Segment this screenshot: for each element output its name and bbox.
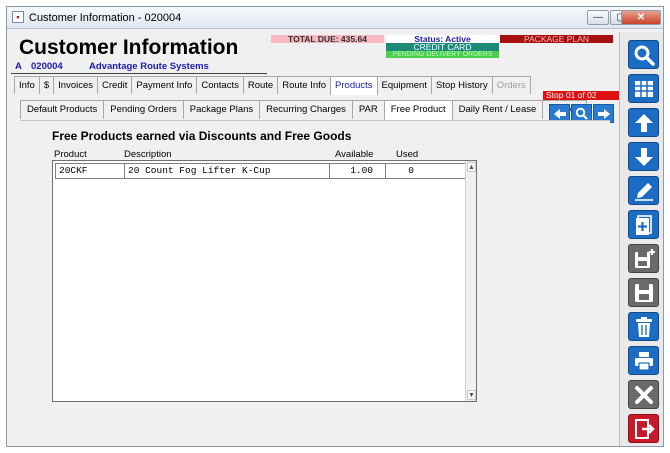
main-content: Customer Information A 020004 Advantage … xyxy=(10,30,623,444)
app-icon: ▪ xyxy=(12,11,24,23)
pencil-icon xyxy=(635,183,653,201)
tab-stop-history[interactable]: Stop History xyxy=(430,76,493,94)
tab-contacts[interactable]: Contacts xyxy=(196,76,244,94)
cell-product[interactable]: 20CKF xyxy=(56,164,125,178)
credit-card-banner: CREDIT CARD xyxy=(386,43,499,51)
vertical-scrollbar[interactable]: ▲ ▼ xyxy=(465,161,476,401)
cell-available[interactable]: 1.00 xyxy=(330,164,386,178)
tab-free-product[interactable]: Free Product xyxy=(383,100,453,120)
customer-information-window: ▪ Customer Information - 020004 — ▢ ✕ Cu… xyxy=(6,6,664,447)
search-icon xyxy=(575,107,588,120)
sub-tab-bar: Default Products Pending Orders Package … xyxy=(20,100,587,120)
new-record-button[interactable] xyxy=(628,210,659,239)
tab-route-info[interactable]: Route Info xyxy=(277,76,332,94)
save-new-icon xyxy=(635,249,655,268)
search-icon xyxy=(634,45,655,66)
close-icon xyxy=(635,386,653,404)
next-record-button[interactable] xyxy=(628,142,659,171)
tab-par[interactable]: PAR xyxy=(351,100,385,119)
edit-button[interactable] xyxy=(628,176,659,205)
tab-orders: Orders xyxy=(491,76,531,94)
arrow-down-icon xyxy=(635,148,653,166)
total-due-banner: TOTAL DUE: 435.64 xyxy=(271,35,384,43)
title-bar[interactable]: ▪ Customer Information - 020004 — ▢ ✕ xyxy=(7,7,663,29)
grid-icon xyxy=(635,81,653,97)
exit-button[interactable] xyxy=(628,414,659,443)
exit-icon xyxy=(635,419,655,439)
column-header-used: Used xyxy=(396,149,419,160)
window-title: Customer Information - 020004 xyxy=(29,12,182,24)
stop-counter: Stop 01 of 02 xyxy=(543,91,623,100)
close-window-button[interactable]: ✕ xyxy=(621,10,661,25)
delete-button[interactable] xyxy=(628,312,659,341)
customer-name: Advantage Route Systems xyxy=(89,61,209,72)
tab-products[interactable]: Products xyxy=(330,76,378,95)
main-tab-bar: Info $ Invoices Credit Payment Info Cont… xyxy=(14,76,531,95)
customer-number: 020004 xyxy=(31,61,63,72)
arrow-up-icon xyxy=(635,114,653,132)
free-products-grid[interactable]: 20CKF 20 Count Fog Lifter K-Cup 1.00 0 ▲… xyxy=(52,160,477,402)
tab-recurring-charges[interactable]: Recurring Charges xyxy=(259,100,353,119)
tab-daily-rent-lease[interactable]: Daily Rent / Lease xyxy=(451,100,544,119)
free-product-panel: Free Products earned via Discounts and F… xyxy=(20,120,610,442)
cancel-button xyxy=(628,380,659,409)
tab-payment-info[interactable]: Payment Info xyxy=(131,76,198,94)
table-row[interactable]: 20CKF 20 Count Fog Lifter K-Cup 1.00 0 xyxy=(55,163,467,179)
column-header-available: Available xyxy=(335,149,374,160)
customer-id-line: A 020004 Advantage Route Systems xyxy=(11,60,267,74)
new-document-icon xyxy=(636,215,652,235)
tab-credit[interactable]: Credit xyxy=(97,76,133,94)
arrow-right-icon xyxy=(597,109,610,119)
side-toolbar xyxy=(619,32,663,446)
previous-record-button[interactable] xyxy=(628,108,659,137)
customer-flag: A xyxy=(15,61,22,72)
cell-used[interactable]: 0 xyxy=(386,164,418,178)
save-button xyxy=(628,278,659,307)
section-title: Free Products earned via Discounts and F… xyxy=(52,129,352,143)
tab-invoices[interactable]: Invoices xyxy=(53,76,99,94)
column-header-description: Description xyxy=(124,149,172,160)
pending-delivery-banner: PENDING DELIVERY ORDERS xyxy=(386,51,499,58)
list-view-button[interactable] xyxy=(628,74,659,103)
column-header-product: Product xyxy=(54,149,87,160)
tab-balance[interactable]: $ xyxy=(38,76,55,94)
delete-icon xyxy=(636,317,652,337)
search-button[interactable] xyxy=(628,40,659,69)
tab-route[interactable]: Route xyxy=(242,76,279,94)
tab-default-products[interactable]: Default Products xyxy=(20,100,105,119)
save-icon xyxy=(635,284,653,302)
tab-info[interactable]: Info xyxy=(14,76,40,94)
print-button[interactable] xyxy=(628,346,659,375)
scroll-up-arrow-icon[interactable]: ▲ xyxy=(467,162,476,172)
minimize-button[interactable]: — xyxy=(587,10,609,25)
tab-pending-orders[interactable]: Pending Orders xyxy=(103,100,184,119)
save-new-button xyxy=(628,244,659,273)
print-icon xyxy=(635,352,653,371)
cell-description[interactable]: 20 Count Fog Lifter K-Cup xyxy=(125,164,330,178)
tab-equipment[interactable]: Equipment xyxy=(376,76,432,94)
page-title: Customer Information xyxy=(19,36,239,59)
tab-package-plans[interactable]: Package Plans xyxy=(182,100,261,119)
scroll-down-arrow-icon[interactable]: ▼ xyxy=(467,390,476,400)
arrow-left-icon xyxy=(553,109,566,119)
package-plan-banner: PACKAGE PLAN xyxy=(500,35,613,43)
